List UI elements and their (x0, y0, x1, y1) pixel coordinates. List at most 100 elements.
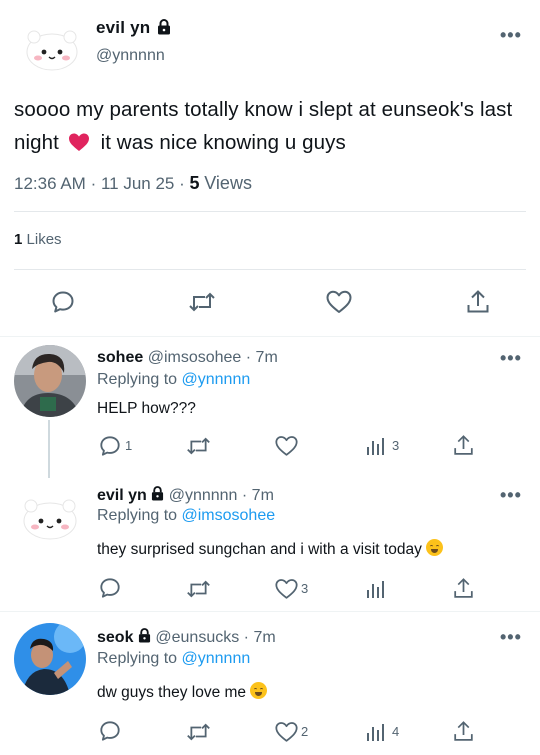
thread-line (48, 420, 50, 478)
bear-avatar-icon (23, 499, 77, 540)
retweet-button[interactable] (186, 721, 211, 743)
handle[interactable]: @ynnnnn (96, 47, 165, 65)
reply-button[interactable] (51, 290, 75, 314)
divider (14, 269, 526, 270)
tweet-text: soooo my parents totally know i slept at… (14, 93, 524, 162)
replying-to-prefix: Replying to (97, 371, 178, 388)
views-button[interactable] (366, 722, 384, 742)
display-name[interactable]: sohee (97, 349, 143, 366)
speech-bubble-icon (100, 578, 120, 598)
avatar[interactable] (14, 481, 86, 553)
reply-time[interactable]: · 7m (244, 629, 276, 646)
share-icon (454, 578, 473, 598)
person-photo-avatar-icon (14, 623, 86, 695)
bear-avatar-icon (26, 30, 78, 71)
like-count: 2 (301, 724, 309, 739)
replying-to: Replying to @imsosohee (97, 507, 275, 525)
avatar[interactable] (14, 623, 86, 695)
avatar[interactable] (24, 22, 80, 78)
tweet-text-part2: it was nice knowing u guys (100, 131, 346, 154)
handle[interactable]: @eunsucks (155, 629, 239, 646)
views-button[interactable] (366, 436, 384, 456)
replying-to: Replying to @ynnnnn (97, 650, 250, 668)
share-icon (454, 721, 473, 741)
share-button[interactable] (453, 434, 474, 457)
reply-text-body: they surprised sungchan and i with a vis… (97, 541, 422, 558)
share-button[interactable] (453, 577, 474, 600)
more-options-button[interactable]: ••• (500, 628, 522, 646)
like-button[interactable] (275, 721, 298, 743)
tweet-date[interactable]: 11 Jun 25 (101, 174, 174, 193)
share-icon (467, 290, 489, 313)
avatar[interactable] (14, 345, 86, 417)
retweet-button[interactable] (186, 435, 211, 457)
reply-time[interactable]: · 7m (246, 349, 278, 366)
lock-icon (151, 486, 164, 506)
more-options-button[interactable]: ••• (500, 26, 522, 44)
lock-icon (157, 19, 171, 40)
speech-bubble-icon (100, 721, 120, 741)
reply-text: they surprised sungchan and i with a vis… (97, 539, 444, 559)
likes-count: 1 (14, 231, 23, 248)
divider (0, 336, 540, 337)
reply-text: dw guys they love me (97, 682, 268, 702)
bar-chart-icon (367, 724, 384, 741)
tweet-meta: 12:36 AM · 11 Jun 25 · 5 Views (14, 173, 252, 193)
share-icon (454, 435, 473, 455)
heart-icon (326, 290, 352, 313)
display-name[interactable]: seok (97, 629, 133, 646)
likes-label: Likes (26, 231, 62, 248)
display-name[interactable]: evil yn (97, 487, 147, 504)
share-button[interactable] (466, 289, 490, 315)
reply-button[interactable] (99, 720, 121, 742)
share-button[interactable] (453, 720, 474, 743)
replying-to: Replying to @ynnnnn (97, 371, 250, 389)
hugging-face-emoji-icon (426, 539, 444, 556)
reply-header: sohee @imsosohee · 7m (97, 349, 278, 367)
replying-to-prefix: Replying to (97, 650, 178, 667)
more-options-button[interactable]: ••• (500, 486, 522, 504)
replying-to-prefix: Replying to (97, 507, 178, 524)
replying-to-link[interactable]: @ynnnnn (182, 650, 251, 667)
bar-chart-icon (367, 581, 384, 598)
reply-header: evil yn @ynnnnn · 7m (97, 486, 274, 506)
reply-count: 1 (125, 438, 133, 453)
like-button[interactable] (275, 578, 298, 600)
reply-text-body: dw guys they love me (97, 684, 247, 701)
lock-icon (138, 628, 151, 648)
retweet-icon (187, 580, 210, 598)
reply-text: HELP how??? (97, 400, 196, 417)
divider (0, 611, 540, 612)
heart-icon (275, 436, 298, 456)
replying-to-link[interactable]: @ynnnnn (182, 371, 251, 388)
views-count: 5 (189, 173, 200, 193)
retweet-button[interactable] (188, 290, 216, 314)
handle[interactable]: @imsosohee (148, 349, 242, 366)
tweet-time[interactable]: 12:36 AM (14, 174, 86, 193)
like-button[interactable] (275, 435, 298, 457)
red-heart-emoji-icon (68, 129, 89, 162)
speech-bubble-icon (52, 291, 74, 313)
views-count: 4 (392, 724, 400, 739)
reply-button[interactable] (99, 435, 121, 457)
reply-time[interactable]: · 7m (242, 487, 274, 504)
views-count: 3 (392, 438, 400, 453)
views-button[interactable] (366, 579, 384, 599)
more-options-button[interactable]: ••• (500, 349, 522, 367)
views-label: Views (204, 173, 252, 193)
heart-icon (275, 579, 298, 599)
divider (14, 211, 526, 212)
like-count: 3 (301, 581, 309, 596)
handle[interactable]: @ynnnnn (169, 487, 238, 504)
replying-to-link[interactable]: @imsosohee (182, 507, 276, 524)
reply-button[interactable] (99, 577, 121, 599)
display-name[interactable]: evil yn (96, 18, 171, 40)
retweet-button[interactable] (186, 578, 211, 600)
heart-icon (275, 722, 298, 742)
speech-bubble-icon (100, 436, 120, 456)
bar-chart-icon (367, 438, 384, 455)
like-button[interactable] (326, 290, 352, 314)
likes-summary[interactable]: 1 Likes (14, 231, 62, 248)
retweet-icon (187, 723, 210, 741)
grinning-face-emoji-icon (250, 682, 268, 699)
